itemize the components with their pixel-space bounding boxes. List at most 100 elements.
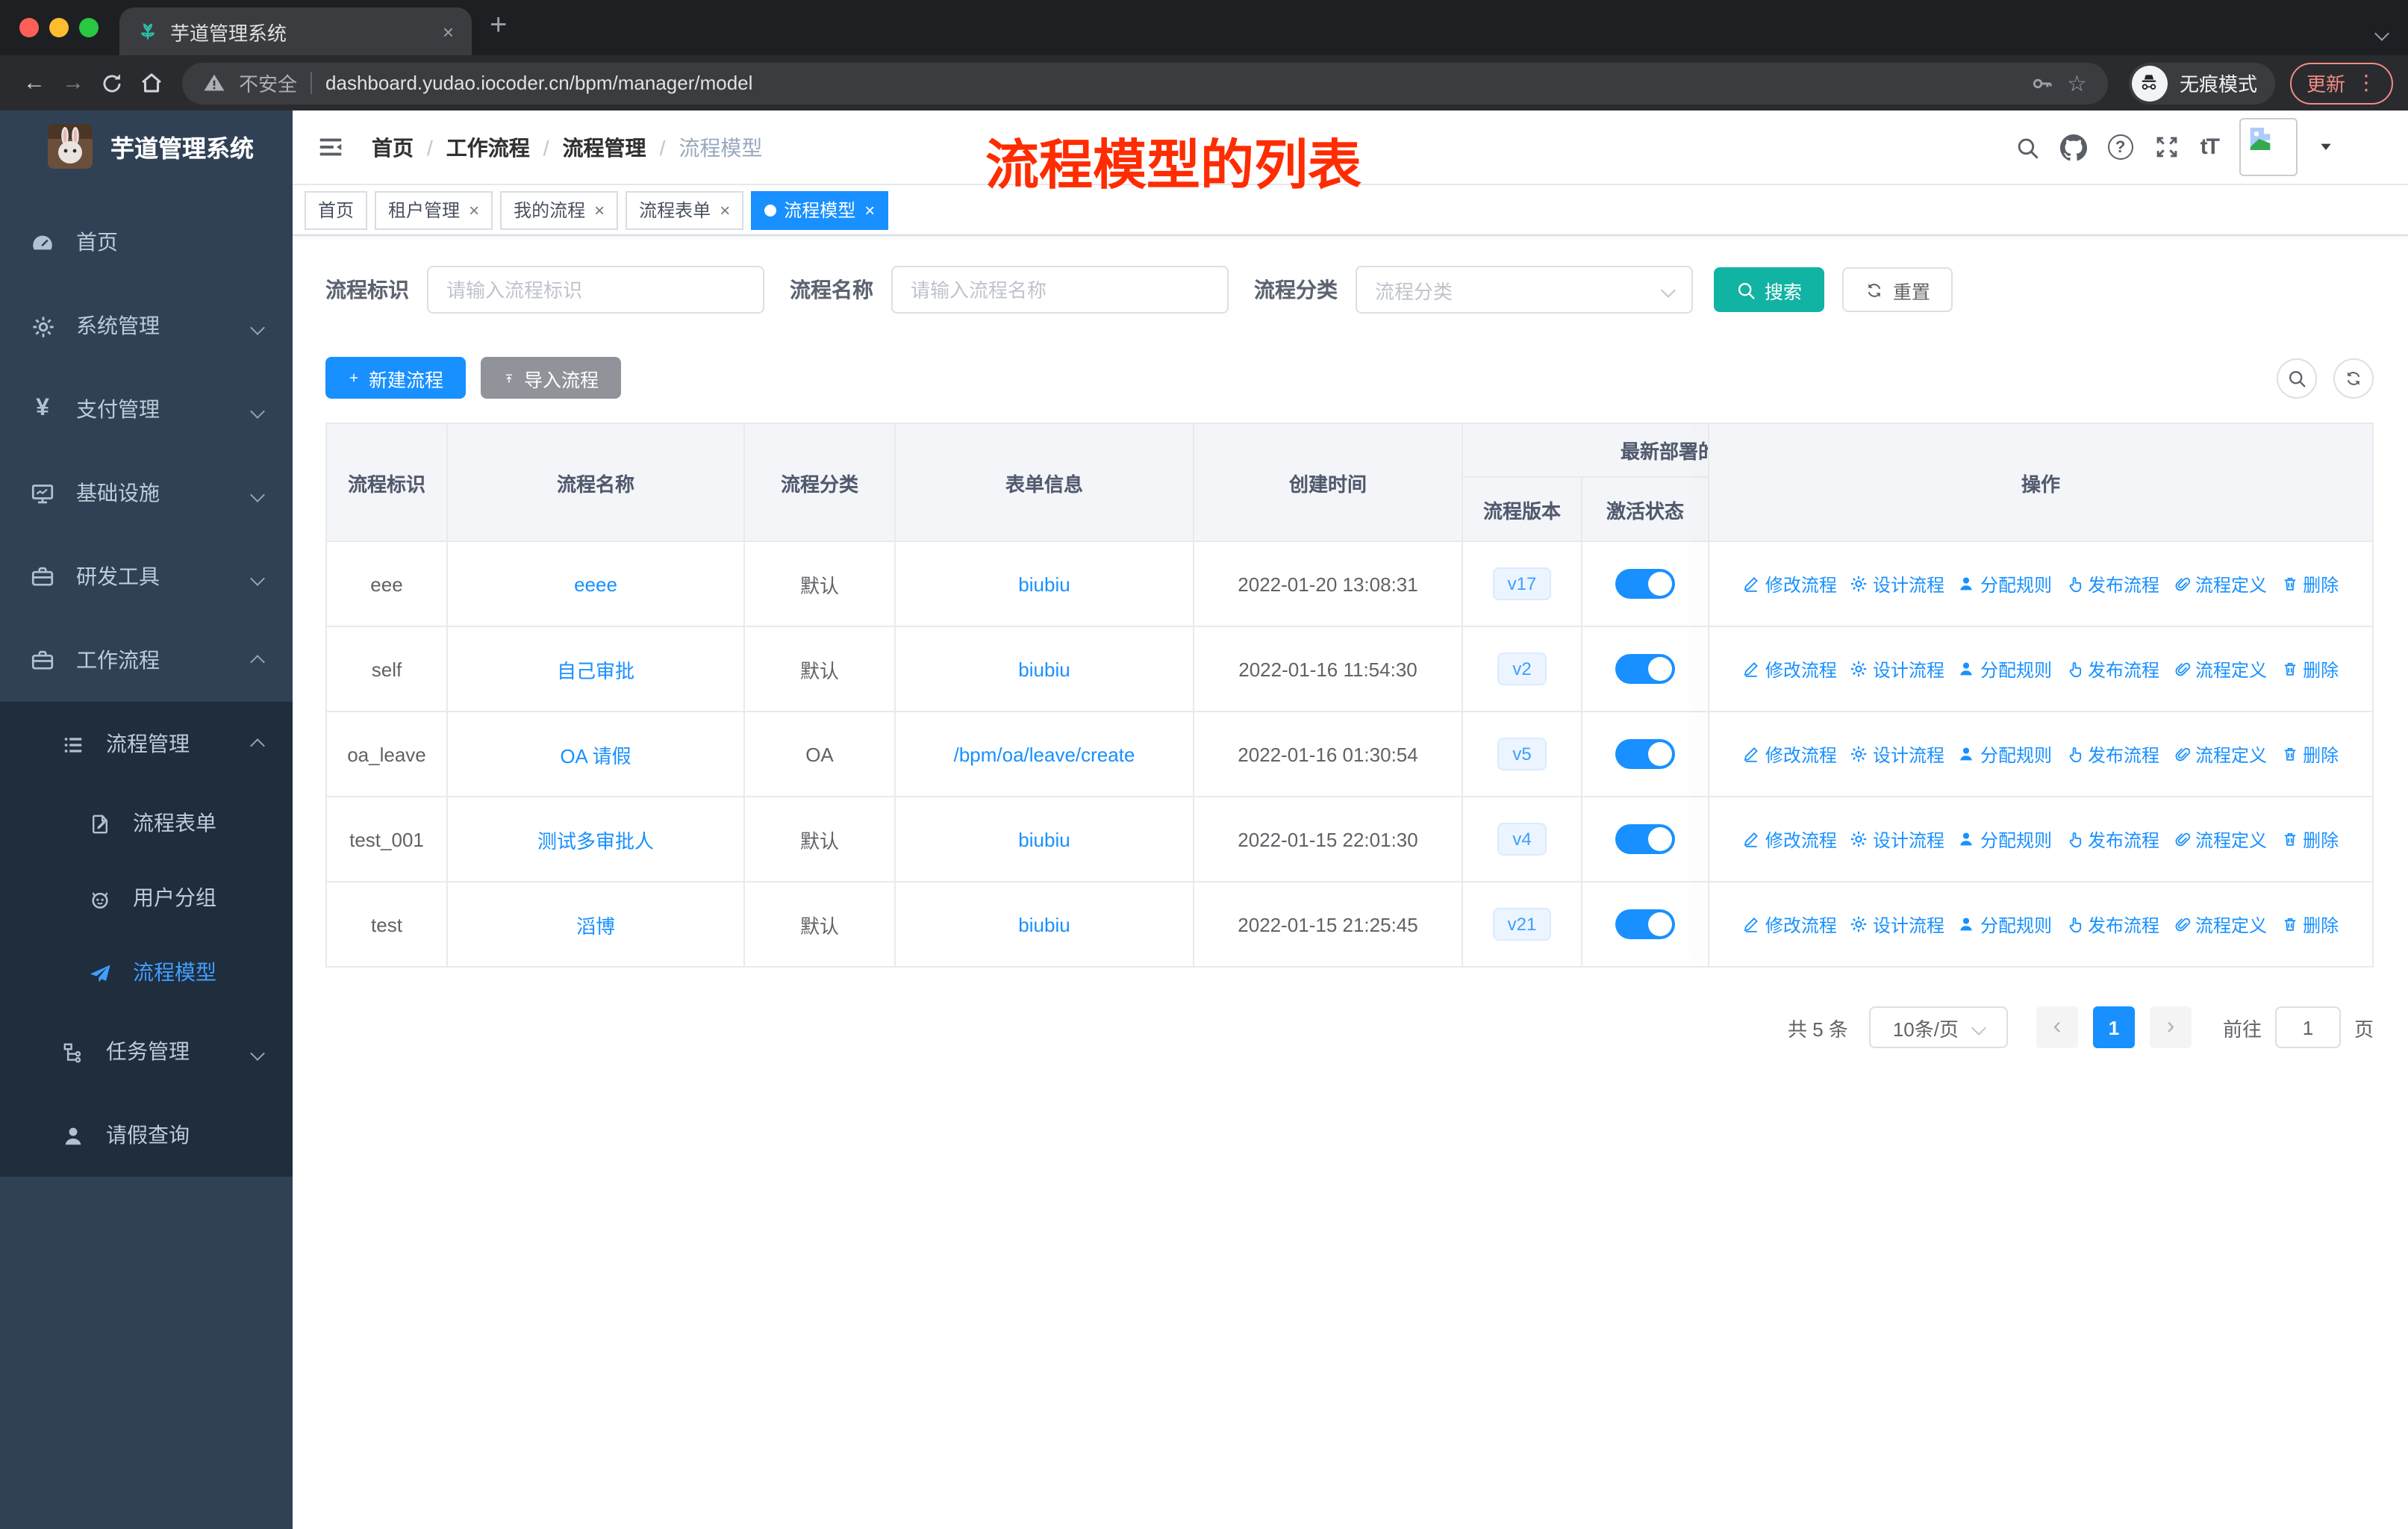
font-size-icon[interactable]: tT <box>2200 134 2220 160</box>
show-search-button[interactable] <box>2277 358 2317 398</box>
action-delete[interactable]: 删除 <box>2280 571 2339 597</box>
version-tag[interactable]: v17 <box>1492 567 1552 600</box>
action-publish-process[interactable]: 发布流程 <box>2065 656 2159 682</box>
create-process-button[interactable]: 新建流程 <box>325 357 466 399</box>
page-size-select[interactable]: 10条/页 <box>1868 1006 2008 1048</box>
import-process-button[interactable]: 导入流程 <box>481 357 621 399</box>
process-key-input[interactable] <box>427 266 764 314</box>
home-icon[interactable] <box>131 69 170 96</box>
action-design-process[interactable]: 设计流程 <box>1850 571 1944 597</box>
page-1-button[interactable]: 1 <box>2092 1006 2135 1048</box>
active-toggle[interactable] <box>1615 739 1675 769</box>
action-process-definition[interactable]: 流程定义 <box>2173 912 2267 937</box>
process-name-link[interactable]: OA 请假 <box>560 744 631 767</box>
action-edit-process[interactable]: 修改流程 <box>1743 826 1837 852</box>
process-category-select[interactable]: 流程分类 <box>1356 266 1693 314</box>
sidebar-item-home[interactable]: 首页 <box>0 200 293 284</box>
sidebar-item-system[interactable]: 系统管理 <box>0 284 293 367</box>
reset-button[interactable]: 重置 <box>1842 267 1953 312</box>
reload-icon[interactable] <box>93 70 131 96</box>
action-assign-rule[interactable]: 分配规则 <box>1958 912 2052 937</box>
bookmark-star-icon[interactable]: ☆ <box>2067 69 2087 96</box>
process-name-link[interactable]: eeee <box>574 573 617 595</box>
process-name-link[interactable]: 滔博 <box>576 915 615 937</box>
tag-process-model[interactable]: 流程模型 × <box>751 190 889 229</box>
tab-close-icon[interactable]: × <box>443 20 454 43</box>
new-tab-button[interactable]: + <box>490 9 507 43</box>
action-edit-process[interactable]: 修改流程 <box>1743 912 1837 937</box>
action-design-process[interactable]: 设计流程 <box>1850 826 1944 852</box>
update-label[interactable]: 更新 <box>2306 69 2345 97</box>
active-toggle[interactable] <box>1615 909 1675 939</box>
forward-icon[interactable]: → <box>54 70 93 96</box>
github-icon[interactable] <box>2060 134 2087 161</box>
action-process-definition[interactable]: 流程定义 <box>2173 571 2267 597</box>
sidebar-item-process-manage[interactable]: 流程管理 <box>0 702 293 785</box>
tag-my-process[interactable]: 我的流程 × <box>500 190 619 229</box>
form-info-link[interactable]: biubiu <box>1018 913 1070 935</box>
window-zoom-button[interactable] <box>79 18 99 37</box>
avatar[interactable] <box>2239 118 2298 176</box>
action-process-definition[interactable]: 流程定义 <box>2173 741 2267 767</box>
version-tag[interactable]: v2 <box>1497 653 1547 685</box>
caret-down-icon[interactable] <box>2318 134 2333 161</box>
process-name-link[interactable]: 自己审批 <box>557 659 634 682</box>
next-page-button[interactable]: › <box>2149 1006 2192 1048</box>
version-tag[interactable]: v21 <box>1492 908 1552 941</box>
tab-search-chevron-icon[interactable] <box>2374 19 2389 46</box>
tag-home[interactable]: 首页 <box>305 190 368 229</box>
back-icon[interactable]: ← <box>15 70 54 96</box>
sidebar-item-task-manage[interactable]: 任务管理 <box>0 1009 293 1093</box>
action-design-process[interactable]: 设计流程 <box>1850 656 1944 682</box>
tag-close-icon[interactable]: × <box>594 199 605 220</box>
browser-tab[interactable]: 芋道管理系统 × <box>119 7 472 55</box>
tag-close-icon[interactable]: × <box>469 199 479 220</box>
address-bar[interactable]: 不安全 dashboard.yudao.iocoder.cn/bpm/manag… <box>182 62 2108 104</box>
action-publish-process[interactable]: 发布流程 <box>2065 826 2159 852</box>
sidebar-logo[interactable]: 芋道管理系统 <box>0 110 293 182</box>
action-edit-process[interactable]: 修改流程 <box>1743 656 1837 682</box>
sidebar-item-user-group[interactable]: 用户分组 <box>0 860 293 935</box>
active-toggle[interactable] <box>1615 569 1675 599</box>
security-label[interactable]: 不安全 <box>239 69 297 97</box>
sidebar-item-infrastructure[interactable]: 基础设施 <box>0 451 293 535</box>
action-design-process[interactable]: 设计流程 <box>1850 741 1944 767</box>
sidebar-item-devtools[interactable]: 研发工具 <box>0 535 293 618</box>
search-button[interactable]: 搜索 <box>1714 267 1825 312</box>
form-info-link[interactable]: /bpm/oa/leave/create <box>954 743 1135 765</box>
prev-page-button[interactable]: ‹ <box>2036 1006 2078 1048</box>
sidebar-item-payment[interactable]: ¥ 支付管理 <box>0 367 293 451</box>
sidebar-item-leave-query[interactable]: 请假查询 <box>0 1093 293 1177</box>
action-delete[interactable]: 删除 <box>2280 656 2339 682</box>
window-close-button[interactable] <box>19 18 39 37</box>
action-delete[interactable]: 删除 <box>2280 741 2339 767</box>
action-process-definition[interactable]: 流程定义 <box>2173 826 2267 852</box>
key-icon[interactable] <box>2030 71 2053 95</box>
sidebar-item-process-model[interactable]: 流程模型 <box>0 935 293 1009</box>
sidebar-item-process-form[interactable]: 流程表单 <box>0 785 293 860</box>
breadcrumb-process-manage[interactable]: 流程管理 <box>563 132 646 162</box>
action-delete[interactable]: 删除 <box>2280 912 2339 937</box>
action-design-process[interactable]: 设计流程 <box>1850 912 1944 937</box>
action-publish-process[interactable]: 发布流程 <box>2065 571 2159 597</box>
kebab-menu-icon[interactable]: ⋮ <box>2356 70 2377 96</box>
tag-process-form[interactable]: 流程表单 × <box>626 190 744 229</box>
process-name-input[interactable] <box>891 266 1229 314</box>
fullscreen-icon[interactable] <box>2154 134 2180 160</box>
action-edit-process[interactable]: 修改流程 <box>1743 571 1837 597</box>
action-publish-process[interactable]: 发布流程 <box>2065 912 2159 937</box>
action-assign-rule[interactable]: 分配规则 <box>1958 826 2052 852</box>
action-publish-process[interactable]: 发布流程 <box>2065 741 2159 767</box>
active-toggle[interactable] <box>1615 824 1675 854</box>
action-delete[interactable]: 删除 <box>2280 826 2339 852</box>
window-minimize-button[interactable] <box>49 18 69 37</box>
version-tag[interactable]: v4 <box>1497 823 1547 856</box>
goto-page-input[interactable] <box>2274 1006 2341 1048</box>
tag-close-icon[interactable]: × <box>720 199 730 220</box>
tag-tenant-manage[interactable]: 租户管理 × <box>375 190 493 229</box>
browser-update-button[interactable]: 更新 ⋮ <box>2289 62 2393 104</box>
process-name-link[interactable]: 测试多审批人 <box>537 829 654 852</box>
version-tag[interactable]: v5 <box>1497 738 1547 770</box>
sidebar-item-workflow[interactable]: 工作流程 <box>0 618 293 702</box>
refresh-button[interactable] <box>2333 358 2374 398</box>
